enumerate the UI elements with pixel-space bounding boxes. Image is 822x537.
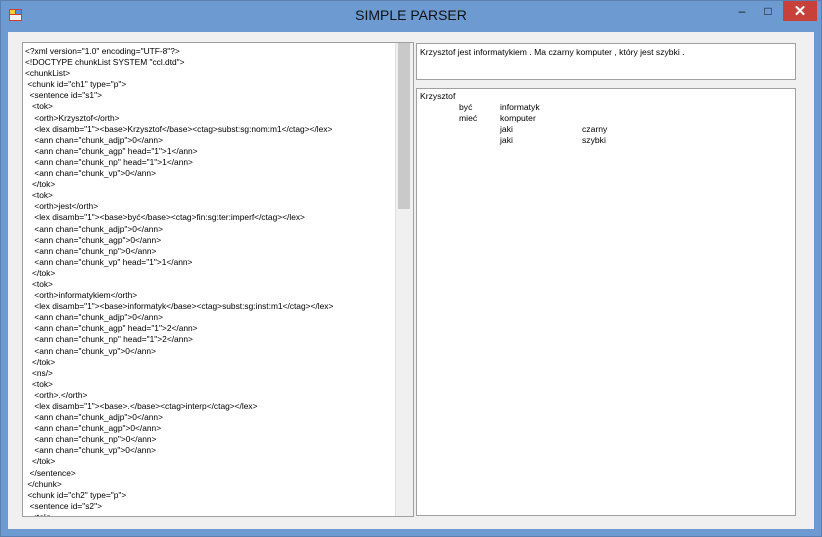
tree-node-jaki-1: jaki	[500, 124, 513, 134]
sentence-text: Krzysztof jest informatykiem . Ma czarny…	[420, 47, 685, 57]
window-title: SIMPLE PARSER	[355, 7, 467, 23]
tree-node-szybki: szybki	[582, 135, 606, 145]
xml-textbox[interactable]: <?xml version="1.0" encoding="UTF-8"?> <…	[22, 42, 414, 517]
app-window: SIMPLE PARSER – □ ✕ <?xml version="1.0" …	[0, 0, 822, 537]
close-button[interactable]: ✕	[783, 1, 817, 21]
xml-content: <?xml version="1.0" encoding="UTF-8"?> <…	[25, 46, 334, 517]
vertical-scrollbar[interactable]	[395, 43, 413, 516]
tree-node-byc: być	[459, 102, 473, 112]
maximize-button[interactable]: □	[755, 1, 781, 21]
title-bar[interactable]: SIMPLE PARSER – □ ✕	[1, 1, 821, 31]
client-area: <?xml version="1.0" encoding="UTF-8"?> <…	[8, 32, 814, 529]
scrollbar-thumb[interactable]	[398, 43, 410, 209]
minimize-button[interactable]: –	[729, 1, 755, 21]
tree-node-informatyk: informatyk	[500, 102, 540, 112]
tree-node-krzysztof: Krzysztof	[420, 91, 456, 101]
sentence-textbox[interactable]: Krzysztof jest informatykiem . Ma czarny…	[416, 43, 796, 80]
tree-node-komputer: komputer	[500, 113, 536, 123]
tree-node-jaki-2: jaki	[500, 135, 513, 145]
parse-tree-panel[interactable]: Krzysztof być informatyk mieć komputer j…	[416, 88, 796, 516]
tree-node-czarny: czarny	[582, 124, 608, 134]
tree-node-miec: mieć	[459, 113, 478, 123]
